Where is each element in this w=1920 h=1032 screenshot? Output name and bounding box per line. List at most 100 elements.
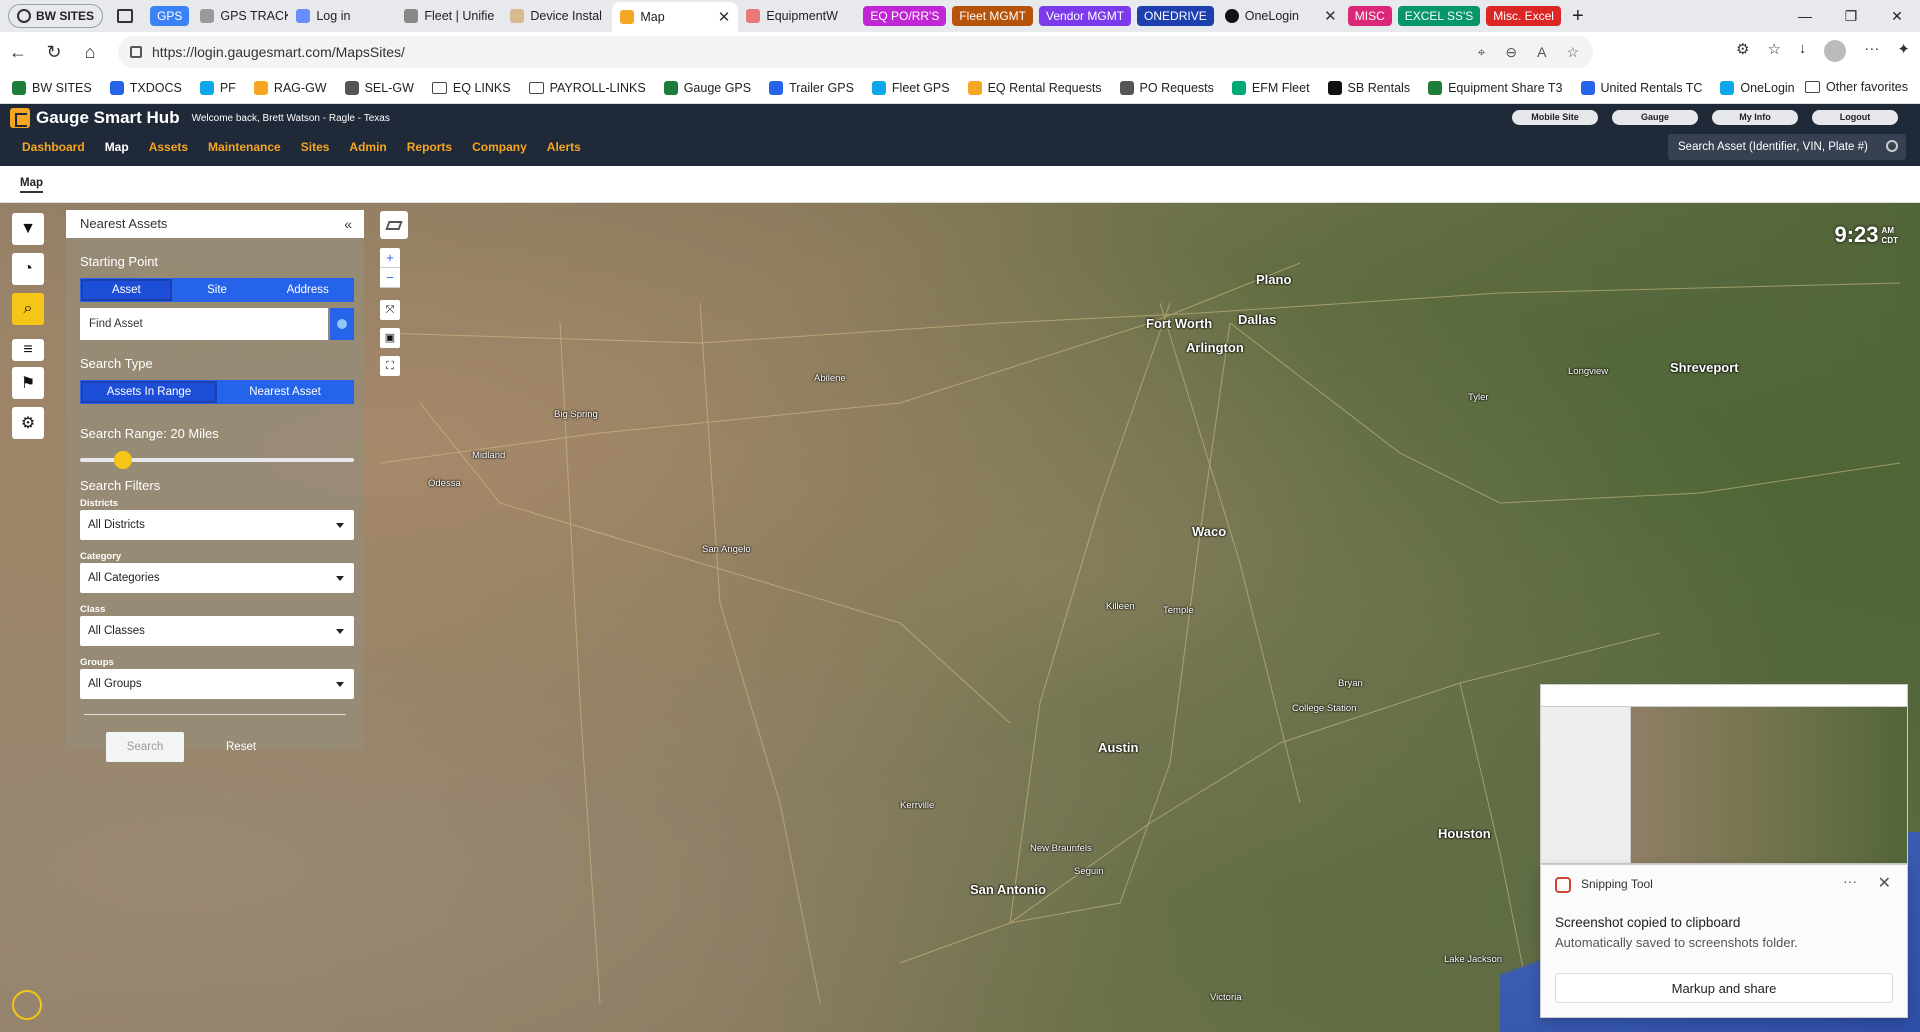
more-icon[interactable]: ··· <box>1864 40 1879 62</box>
nav-dashboard[interactable]: Dashboard <box>12 140 95 154</box>
favorite-item[interactable]: PAYROLL-LINKS <box>528 81 646 95</box>
search-icon[interactable] <box>1886 140 1898 152</box>
screenshot-preview[interactable] <box>1540 684 1908 864</box>
tab-onelogin[interactable]: OneLogin ✕ <box>1217 2 1345 30</box>
tab-group-onedrive[interactable]: ONEDRIVE <box>1137 6 1214 26</box>
flag-icon[interactable]: ⚑ <box>12 367 44 399</box>
category-select[interactable]: All Categories <box>80 563 354 593</box>
favorite-item[interactable]: Fleet GPS <box>871 80 950 95</box>
tab-log-in[interactable]: Log in <box>288 2 396 30</box>
districts-select[interactable]: All Districts <box>80 510 354 540</box>
gauge-button[interactable]: Gauge <box>1612 110 1698 125</box>
close-window-icon[interactable]: ✕ <box>1874 0 1920 32</box>
favorite-item[interactable]: Trailer GPS <box>769 80 854 95</box>
search-button[interactable]: Search <box>106 732 184 762</box>
tab-gps-tracking[interactable]: GPS TRACKIN <box>192 2 288 30</box>
settings-gear-icon[interactable]: ⚙ <box>12 407 44 439</box>
favorite-item[interactable]: Equipment Share T3 <box>1428 80 1563 95</box>
close-tab-icon[interactable]: ✕ <box>1324 7 1337 25</box>
favorites-icon[interactable]: ☆ <box>1767 40 1780 62</box>
tab-group-misc[interactable]: MISC <box>1347 6 1392 26</box>
search-range-slider[interactable] <box>80 451 354 469</box>
search-asset-input[interactable]: Search Asset (Identifier, VIN, Plate #) <box>1668 134 1906 160</box>
close-icon[interactable]: ✕ <box>1878 873 1891 893</box>
favorite-item[interactable]: OneLogin <box>1720 80 1795 95</box>
tab-group-vendor-mgmt[interactable]: Vendor MGMT <box>1039 6 1132 26</box>
tab-group-misc-excel[interactable]: Misc. Excel <box>1486 6 1561 26</box>
favorite-item[interactable]: United Rentals TC <box>1580 80 1702 95</box>
favorite-item[interactable]: EQ LINKS <box>431 81 511 95</box>
tab-map[interactable]: Map ✕ <box>612 2 739 32</box>
favorite-item[interactable]: SEL-GW <box>344 80 414 95</box>
tab-fleet[interactable]: Fleet | Unifie <box>396 2 502 30</box>
find-asset-input[interactable]: Find Asset <box>80 308 328 340</box>
nav-maintenance[interactable]: Maintenance <box>198 140 291 154</box>
tab-equipment[interactable]: EquipmentW <box>738 2 860 30</box>
zoom-out-button[interactable]: − <box>380 268 400 288</box>
back-icon[interactable]: ← <box>0 42 36 63</box>
home-icon[interactable]: ⌂ <box>72 42 108 63</box>
app-logo[interactable]: Gauge Smart Hub Welcome back, Brett Wats… <box>10 108 390 128</box>
favorite-item[interactable]: RAG-GW <box>253 80 327 95</box>
favorite-item[interactable]: PO Requests <box>1119 80 1214 95</box>
my-info-button[interactable]: My Info <box>1712 110 1798 125</box>
class-select[interactable]: All Classes <box>80 616 354 646</box>
url-field[interactable]: https://login.gaugesmart.com/MapsSites/ … <box>118 36 1593 68</box>
dashboard-gauge-icon[interactable]: ◔ <box>12 253 44 285</box>
find-asset-button[interactable] <box>330 308 354 340</box>
nav-assets[interactable]: Assets <box>139 140 198 154</box>
minimize-icon[interactable]: — <box>1782 0 1828 32</box>
logout-button[interactable]: Logout <box>1812 110 1898 125</box>
nav-company[interactable]: Company <box>462 140 537 154</box>
favorite-item[interactable]: SB Rentals <box>1327 80 1410 95</box>
favorite-item[interactable]: EFM Fleet <box>1231 80 1310 95</box>
layers-button[interactable] <box>380 211 408 239</box>
zoom-icon[interactable]: ⊖ <box>1505 44 1517 61</box>
avatar[interactable] <box>1824 40 1847 62</box>
favorite-star-icon[interactable]: ☆ <box>1566 44 1579 61</box>
option-site[interactable]: Site <box>171 279 263 301</box>
nav-admin[interactable]: Admin <box>339 140 396 154</box>
extensions-icon[interactable]: ⚙ <box>1736 40 1749 62</box>
fit-bounds-icon[interactable]: ⤧ <box>380 300 400 320</box>
nav-reports[interactable]: Reports <box>397 140 462 154</box>
list-icon[interactable]: ≡ <box>12 339 44 361</box>
option-asset[interactable]: Asset <box>81 279 172 301</box>
copilot-icon[interactable]: ✦ <box>1897 40 1910 62</box>
reset-button[interactable]: Reset <box>226 732 260 762</box>
tab-group-fleet-mgmt[interactable]: Fleet MGMT <box>952 6 1034 26</box>
option-address[interactable]: Address <box>262 279 354 301</box>
mobile-site-button[interactable]: Mobile Site <box>1512 110 1598 125</box>
restore-icon[interactable]: ❐ <box>1828 0 1874 32</box>
groups-select[interactable]: All Groups <box>80 669 354 699</box>
slider-handle[interactable] <box>114 451 132 469</box>
collapse-panel-icon[interactable]: « <box>344 210 352 238</box>
tab-actions-icon[interactable] <box>117 9 134 23</box>
zoom-in-button[interactable]: + <box>380 248 400 268</box>
nav-sites[interactable]: Sites <box>291 140 340 154</box>
tab-group-excel[interactable]: EXCEL SS'S <box>1397 6 1481 26</box>
map-tool-icon[interactable]: ▣ <box>380 328 400 348</box>
refresh-icon[interactable]: ↻ <box>36 42 72 63</box>
filter-icon[interactable]: ▼ <box>12 213 44 245</box>
nav-alerts[interactable]: Alerts <box>537 140 591 154</box>
favorite-item[interactable]: TXDOCS <box>109 80 182 95</box>
read-aloud-icon[interactable]: A <box>1537 44 1546 61</box>
tab-group-gps[interactable]: GPS <box>150 6 190 26</box>
other-favorites[interactable]: Other favorites <box>1805 80 1908 94</box>
option-assets-in-range[interactable]: Assets In Range <box>81 381 217 403</box>
close-tab-icon[interactable]: ✕ <box>718 8 731 26</box>
nav-map[interactable]: Map <box>95 140 139 154</box>
fullscreen-icon[interactable]: ⛶ <box>380 356 400 376</box>
option-nearest-asset[interactable]: Nearest Asset <box>217 381 353 403</box>
location-icon[interactable]: ⌖ <box>1477 44 1485 61</box>
favorite-item[interactable]: EQ Rental Requests <box>967 80 1102 95</box>
markup-and-share-button[interactable]: Markup and share <box>1555 973 1893 1003</box>
favorite-item[interactable]: PF <box>199 80 236 95</box>
favorite-item[interactable]: BW SITES <box>12 80 92 95</box>
favorite-item[interactable]: Gauge GPS <box>663 80 751 95</box>
downloads-icon[interactable]: ↓ <box>1799 40 1807 62</box>
nearest-search-icon[interactable]: ⌕ <box>12 293 44 325</box>
tab-device-install[interactable]: Device Instal <box>502 2 612 30</box>
profile-button[interactable]: BW SITES <box>8 4 104 28</box>
